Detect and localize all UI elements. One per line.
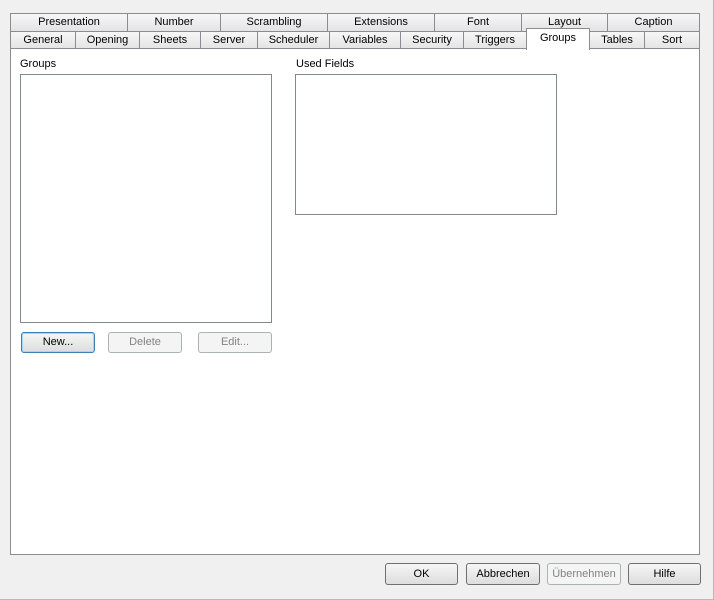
used-fields-listbox[interactable] <box>295 74 557 215</box>
tab-presentation[interactable]: Presentation <box>10 13 128 31</box>
tab-variables[interactable]: Variables <box>329 31 401 49</box>
tab-sort[interactable]: Sort <box>644 31 700 49</box>
tab-scrambling[interactable]: Scrambling <box>220 13 328 31</box>
used-fields-label: Used Fields <box>296 58 355 70</box>
tab-extensions[interactable]: Extensions <box>327 13 435 31</box>
tab-sheets[interactable]: Sheets <box>139 31 201 49</box>
tab-groups[interactable]: Groups <box>526 28 590 50</box>
tab-triggers[interactable]: Triggers <box>463 31 527 49</box>
groups-tab-panel: Groups New... Delete Edit... Used Fields <box>10 48 700 555</box>
groups-listbox[interactable] <box>20 74 272 323</box>
tab-server[interactable]: Server <box>200 31 258 49</box>
tab-general[interactable]: General <box>10 31 76 49</box>
apply-button[interactable]: Übernehmen <box>547 563 621 585</box>
groups-label: Groups <box>20 58 57 70</box>
tab-scheduler[interactable]: Scheduler <box>257 31 330 49</box>
cancel-button[interactable]: Abbrechen <box>466 563 540 585</box>
new-group-button[interactable]: New... <box>21 332 95 353</box>
tab-security[interactable]: Security <box>400 31 464 49</box>
tab-caption[interactable]: Caption <box>607 13 700 31</box>
tab-opening[interactable]: Opening <box>75 31 140 49</box>
delete-group-button[interactable]: Delete <box>108 332 182 353</box>
ok-button[interactable]: OK <box>385 563 458 585</box>
tab-number[interactable]: Number <box>127 13 221 31</box>
help-button[interactable]: Hilfe <box>628 563 701 585</box>
tab-font[interactable]: Font <box>434 13 522 31</box>
tab-tables[interactable]: Tables <box>589 31 645 49</box>
edit-group-button[interactable]: Edit... <box>198 332 272 353</box>
